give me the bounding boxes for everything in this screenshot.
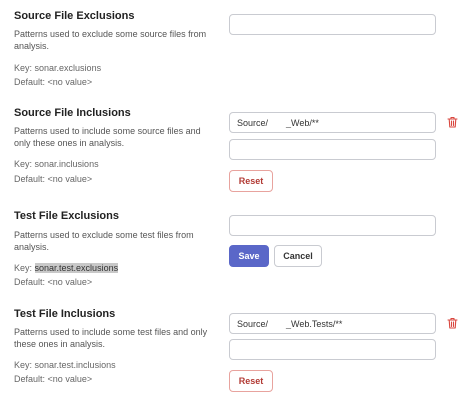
- setting-key-row: Key: sonar.exclusions: [14, 63, 101, 73]
- inclusion-pattern-input[interactable]: [229, 112, 436, 133]
- default-label: Default:: [14, 277, 46, 287]
- key-value: sonar.inclusions: [34, 159, 99, 169]
- exclusion-pattern-input[interactable]: [229, 14, 436, 35]
- setting-key-row: Key: sonar.test.exclusions: [14, 263, 119, 273]
- setting-default-row: Default: <no value>: [14, 174, 92, 184]
- key-label: Key:: [14, 159, 33, 169]
- default-label: Default:: [14, 77, 46, 87]
- default-value: <no value>: [47, 277, 93, 287]
- trash-icon[interactable]: [447, 116, 458, 128]
- setting-title: Test File Inclusions: [14, 308, 116, 320]
- key-value: sonar.test.inclusions: [34, 360, 116, 370]
- setting-description: Patterns used to include some source fil…: [14, 126, 201, 148]
- inclusion-pattern-input-empty[interactable]: [229, 139, 436, 160]
- key-label: Key:: [14, 263, 33, 273]
- reset-button[interactable]: Reset: [229, 170, 273, 192]
- setting-default-row: Default: <no value>: [14, 374, 92, 384]
- default-value: <no value>: [47, 77, 93, 87]
- setting-default-row: Default: <no value>: [14, 77, 92, 87]
- cancel-button[interactable]: Cancel: [274, 245, 322, 267]
- setting-description: Patterns used to exclude some test files…: [14, 230, 194, 252]
- default-value: <no value>: [47, 174, 93, 184]
- key-value-highlighted: sonar.test.exclusions: [34, 263, 119, 273]
- trash-icon[interactable]: [447, 317, 458, 329]
- key-label: Key:: [14, 360, 33, 370]
- save-button[interactable]: Save: [229, 245, 269, 267]
- setting-key-row: Key: sonar.inclusions: [14, 159, 99, 169]
- default-label: Default:: [14, 174, 46, 184]
- setting-title: Source File Exclusions: [14, 10, 135, 22]
- key-label: Key:: [14, 63, 33, 73]
- setting-description: Patterns used to include some test files…: [14, 327, 208, 349]
- setting-key-row: Key: sonar.test.inclusions: [14, 360, 116, 370]
- inclusion-pattern-input[interactable]: [229, 313, 436, 334]
- default-label: Default:: [14, 374, 46, 384]
- inclusion-pattern-input-empty[interactable]: [229, 339, 436, 360]
- exclusion-pattern-input[interactable]: [229, 215, 436, 236]
- key-value: sonar.exclusions: [34, 63, 102, 73]
- default-value: <no value>: [47, 374, 93, 384]
- setting-default-row: Default: <no value>: [14, 277, 92, 287]
- reset-button[interactable]: Reset: [229, 370, 273, 392]
- setting-title: Source File Inclusions: [14, 107, 131, 119]
- setting-title: Test File Exclusions: [14, 210, 119, 222]
- setting-description: Patterns used to exclude some source fil…: [14, 29, 207, 51]
